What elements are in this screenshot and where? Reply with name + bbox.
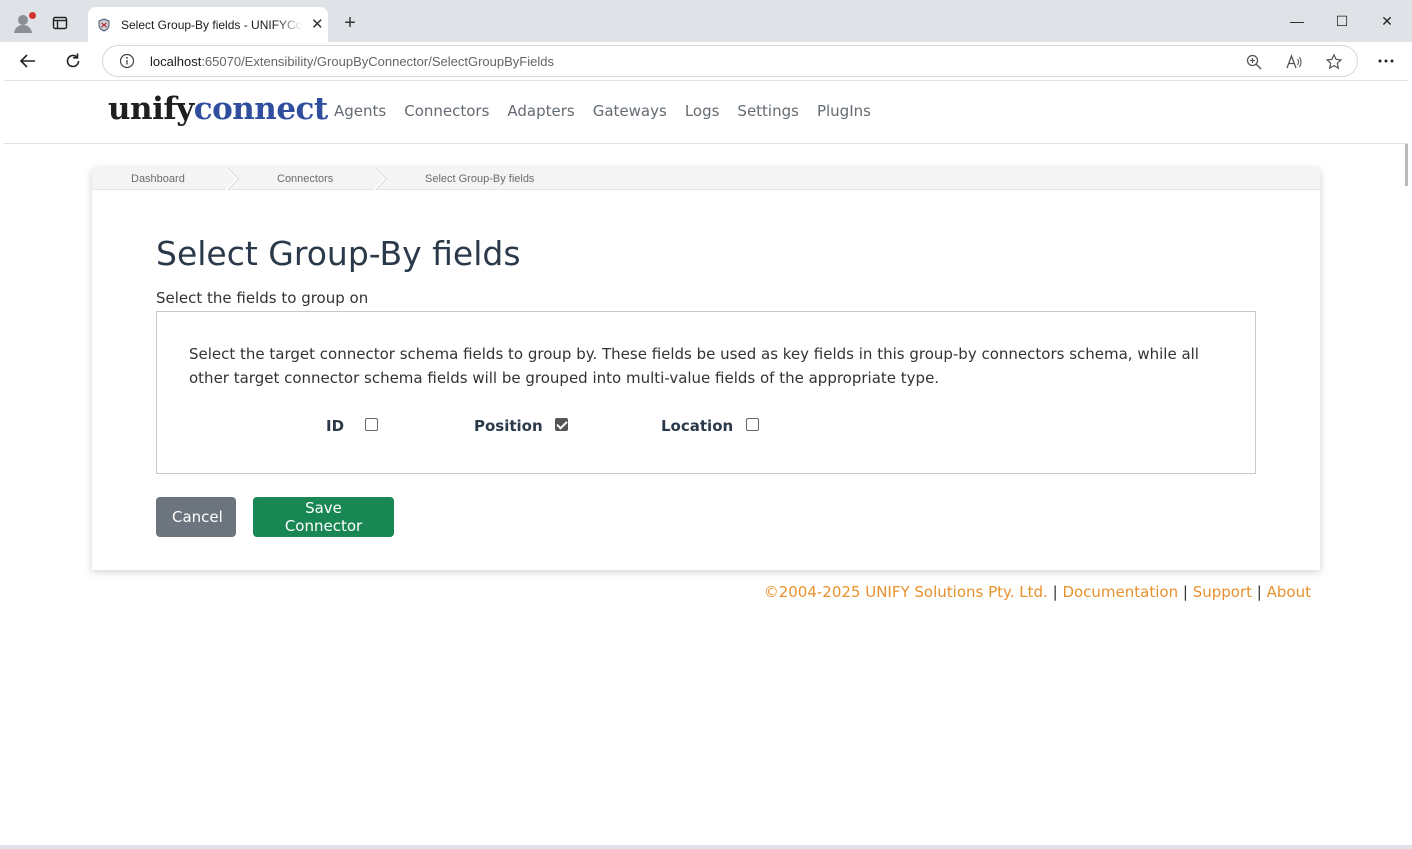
nav-link-logs[interactable]: Logs <box>685 102 720 120</box>
window-bottom-edge <box>0 845 1412 849</box>
footer-separator: | <box>1182 583 1188 601</box>
top-navbar: unifyconnect Agents Connectors Adapters … <box>4 81 1408 144</box>
scrollbar-thumb[interactable] <box>1405 144 1408 186</box>
brand-logo-part1: unify <box>108 91 194 127</box>
browser-tab-active[interactable]: Select Group-By fields - UNIFYConnect ✕ <box>88 7 328 42</box>
field-checkbox-location[interactable] <box>746 418 759 431</box>
nav-link-settings[interactable]: Settings <box>737 102 799 120</box>
url-field[interactable]: localhost:65070/Extensibility/GroupByCon… <box>102 45 1358 77</box>
footer-link-about[interactable]: About <box>1267 583 1311 601</box>
field-checkbox-position[interactable] <box>555 418 568 431</box>
browser-addressbar: localhost:65070/Extensibility/GroupByCon… <box>0 42 1412 80</box>
page-title: Select Group-By fields <box>156 234 521 273</box>
breadcrumb: Dashboard Connectors Select Group-By fie… <box>92 168 1320 190</box>
maximize-icon[interactable]: ☐ <box>1332 12 1352 30</box>
save-connector-button[interactable]: Save Connector <box>253 497 394 537</box>
window-close-icon[interactable]: ✕ <box>1377 12 1397 30</box>
field-checkbox-id[interactable] <box>365 418 378 431</box>
nav-menu: Agents Connectors Adapters Gateways Logs… <box>334 102 871 120</box>
cancel-button[interactable]: Cancel <box>156 497 236 537</box>
page-viewport: unifyconnect Agents Connectors Adapters … <box>4 80 1408 845</box>
new-tab-icon[interactable]: + <box>340 13 360 33</box>
url-host: localhost <box>150 54 202 69</box>
nav-link-gateways[interactable]: Gateways <box>593 102 667 120</box>
footer-link-support[interactable]: Support <box>1193 583 1252 601</box>
content-card: Dashboard Connectors Select Group-By fie… <box>92 168 1320 570</box>
nav-link-agents[interactable]: Agents <box>334 102 386 120</box>
nav-link-connectors[interactable]: Connectors <box>404 102 489 120</box>
notification-dot-icon <box>29 12 36 19</box>
brand-logo[interactable]: unifyconnect <box>108 91 328 127</box>
tab-title: Select Group-By fields - UNIFYConnect <box>121 17 303 32</box>
url-text: localhost:65070/Extensibility/GroupByCon… <box>150 54 554 69</box>
url-path: :65070/Extensibility/GroupByConnector/Se… <box>201 54 554 69</box>
field-label-id: ID <box>326 417 345 435</box>
browser-titlebar: Select Group-By fields - UNIFYConnect ✕ … <box>0 0 1412 42</box>
nav-link-plugins[interactable]: PlugIns <box>817 102 871 120</box>
footer-separator: | <box>1256 583 1262 601</box>
field-label-location: Location <box>661 417 734 435</box>
more-menu-icon[interactable] <box>1376 51 1396 71</box>
fieldset-description: Select the target connector schema field… <box>189 345 1199 387</box>
breadcrumb-item-connectors[interactable]: Connectors <box>277 173 333 185</box>
minimize-icon[interactable]: — <box>1287 12 1307 30</box>
nav-link-adapters[interactable]: Adapters <box>507 102 574 120</box>
footer-separator: | <box>1052 583 1058 601</box>
tab-actions-icon[interactable] <box>52 15 68 31</box>
read-aloud-icon[interactable] <box>1285 53 1303 71</box>
field-label-position: Position <box>474 417 543 435</box>
brand-logo-part2: connect <box>193 91 329 127</box>
breadcrumb-chevron-icon <box>373 168 387 190</box>
site-info-icon[interactable] <box>119 53 135 69</box>
page-footer: ©2004-2025 UNIFY Solutions Pty. Ltd. | D… <box>764 583 1311 601</box>
tab-close-icon[interactable]: ✕ <box>311 17 324 32</box>
site-favicon-icon <box>98 17 110 32</box>
favorite-star-icon[interactable] <box>1325 53 1343 71</box>
group-by-fieldset: Select the target connector schema field… <box>156 311 1256 474</box>
footer-copyright[interactable]: ©2004-2025 UNIFY Solutions Pty. Ltd. <box>764 583 1048 601</box>
zoom-icon[interactable] <box>1245 53 1263 71</box>
footer-link-documentation[interactable]: Documentation <box>1062 583 1178 601</box>
fieldset-legend: Select the fields to group on <box>156 289 369 307</box>
breadcrumb-item-dashboard[interactable]: Dashboard <box>131 173 185 185</box>
breadcrumb-chevron-icon <box>225 168 239 190</box>
breadcrumb-item-current: Select Group-By fields <box>425 173 535 185</box>
back-arrow-icon[interactable] <box>18 51 38 71</box>
refresh-icon[interactable] <box>63 51 83 71</box>
